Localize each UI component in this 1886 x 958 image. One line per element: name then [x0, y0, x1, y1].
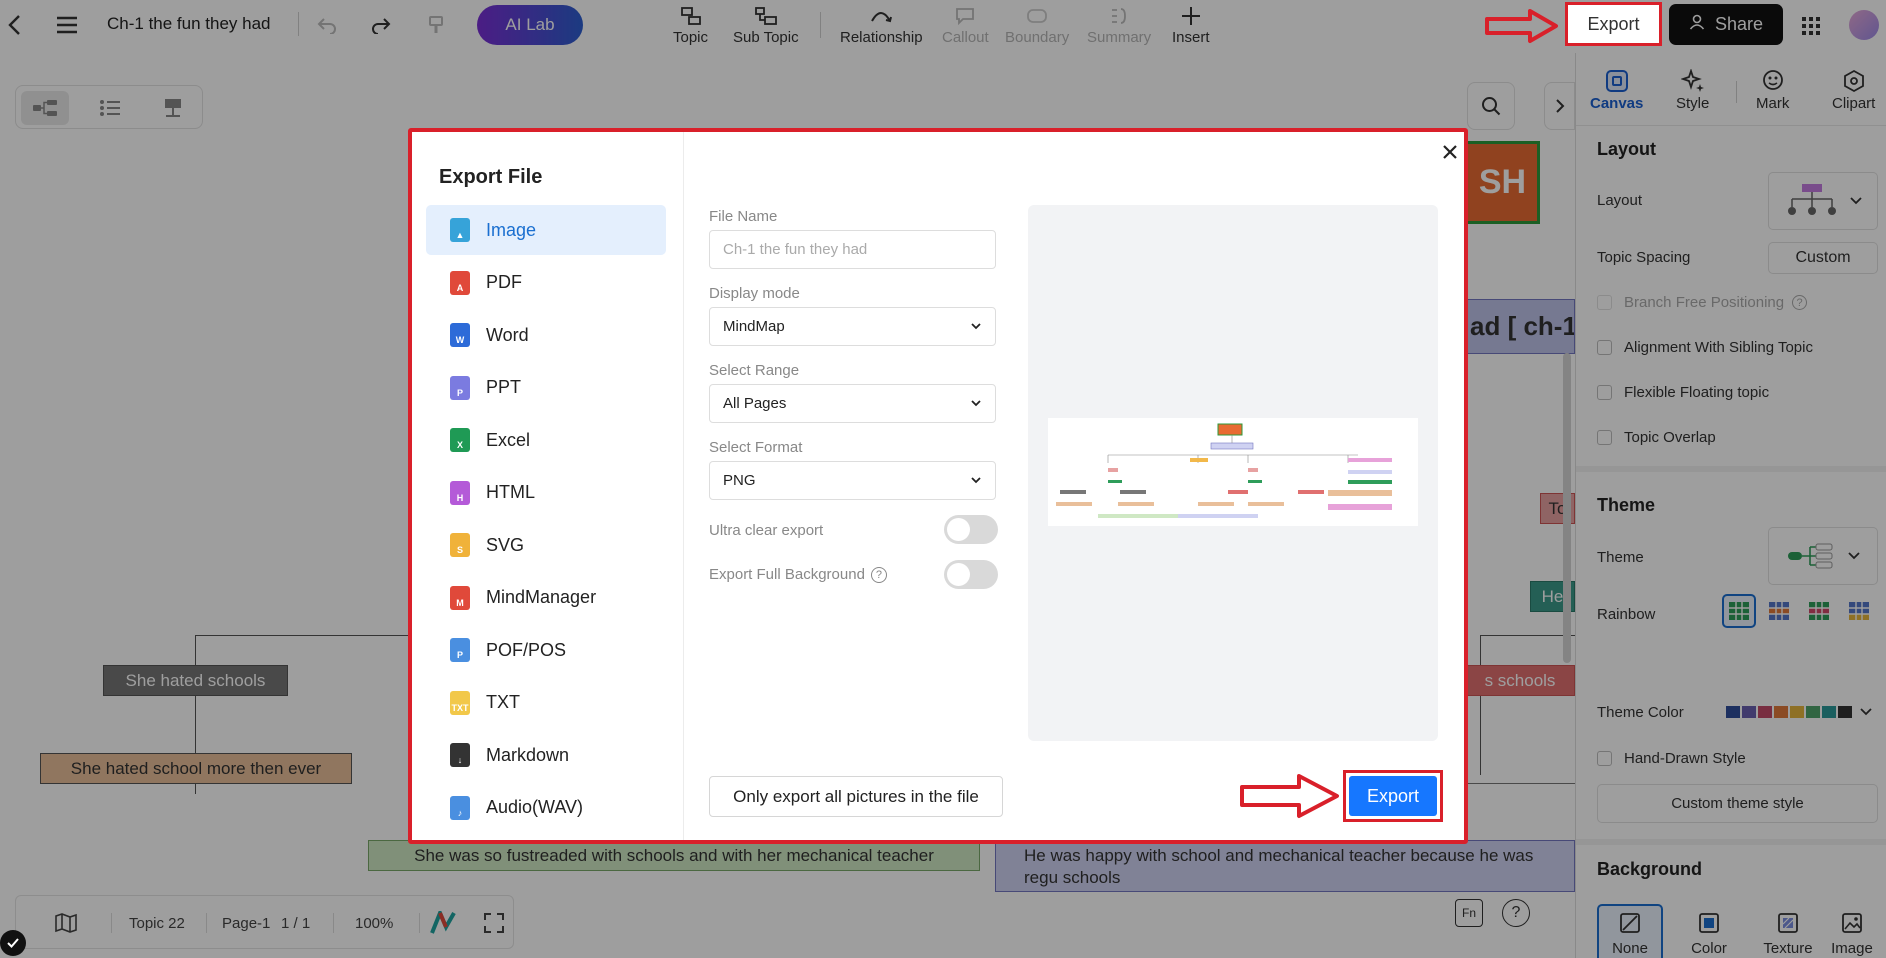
help-circle-icon[interactable]: ? [870, 566, 887, 583]
annotation-arrow-icon [1485, 9, 1558, 43]
ultra-clear-toggle[interactable] [944, 515, 998, 544]
format-svg-icon: S [450, 533, 470, 557]
dialog-title: Export File [439, 166, 543, 188]
format-icon-glyph: ▲ [455, 230, 465, 240]
export-preview [1028, 205, 1438, 741]
format-pdf-icon: A [450, 270, 470, 295]
format-txt-icon: TXT [450, 690, 470, 715]
select-range-value: All Pages [723, 395, 787, 412]
select-format-label: Select Format [709, 439, 803, 456]
format-option-html[interactable]: H HTML [426, 468, 666, 518]
format-option-word[interactable]: W Word [426, 310, 666, 360]
ultra-clear-label: Ultra clear export [709, 522, 824, 539]
select-range-select[interactable]: All Pages [709, 384, 996, 423]
select-format-value: PNG [723, 472, 756, 489]
format-option-label: PPT [486, 377, 522, 397]
format-option-mindmanager[interactable]: M MindManager [426, 573, 666, 623]
format-icon-glyph: S [456, 545, 463, 555]
file-name-input[interactable]: Ch-1 the fun they had [709, 230, 996, 269]
format-option-label: TXT [486, 692, 520, 712]
format-image-icon: ▲ [450, 218, 470, 242]
export-dialog: Export File ▲ Image A PDF W Word P PPT X Excel H HT… [408, 128, 1468, 844]
file-name-label: File Name [709, 208, 778, 225]
format-option-txt[interactable]: TXT TXT [426, 678, 666, 728]
format-icon-glyph: P [456, 650, 463, 660]
format-ppt-icon: P [450, 375, 470, 400]
format-option-label: MindManager [486, 587, 597, 607]
format-option-excel[interactable]: X Excel [426, 415, 666, 465]
close-icon[interactable] [1438, 140, 1462, 164]
format-icon-glyph: P [456, 387, 463, 398]
chevron-down-icon [971, 400, 981, 407]
display-mode-value: MindMap [723, 318, 785, 335]
format-mindmanager-icon: M [450, 585, 470, 610]
format-icon-glyph: A [456, 282, 464, 293]
format-option-label: Excel [486, 429, 531, 450]
chevron-down-icon [971, 477, 981, 484]
full-background-toggle[interactable] [944, 560, 998, 589]
format-option-label: Word [486, 324, 529, 345]
only-export-pictures-button[interactable]: Only export all pictures in the file [709, 776, 1003, 817]
format-option-markdown[interactable]: ↓ Markdown [426, 730, 666, 780]
format-option-label: Audio(WAV) [486, 797, 584, 817]
annotation-arrow-icon [1240, 774, 1339, 818]
format-audio-wav-icon: ♪ [450, 795, 470, 820]
format-option-image[interactable]: ▲ Image [426, 205, 666, 255]
format-pof-pos-icon: P [450, 638, 470, 662]
format-markdown-icon: ↓ [450, 743, 470, 767]
format-option-label: SVG [486, 534, 525, 555]
format-option-ppt[interactable]: P PPT [426, 363, 666, 413]
format-icon-glyph: W [455, 335, 465, 345]
export-button[interactable]: Export [1349, 776, 1437, 816]
format-option-label: Markdown [486, 744, 570, 765]
format-list: Export File ▲ Image A PDF W Word P PPT X Excel H HT… [412, 132, 684, 840]
select-format-select[interactable]: PNG [709, 461, 996, 500]
select-range-label: Select Range [709, 362, 800, 379]
format-option-pof-pos[interactable]: P POF/POS [426, 625, 666, 675]
format-icon-glyph: TXT [451, 702, 469, 713]
display-mode-label: Display mode [709, 285, 800, 302]
format-html-icon: H [450, 480, 470, 505]
export-top-highlight[interactable]: Export [1565, 2, 1662, 46]
full-background-text: Export Full Background [709, 566, 865, 583]
display-mode-select[interactable]: MindMap [709, 307, 996, 346]
format-icon-glyph: H [456, 492, 464, 503]
format-option-label: HTML [486, 482, 535, 502]
format-excel-icon: X [450, 428, 470, 452]
format-icon-glyph: ♪ [457, 807, 463, 818]
format-option-svg[interactable]: S SVG [426, 520, 666, 570]
format-option-label: Image [486, 219, 537, 240]
format-icon-glyph: ↓ [457, 755, 463, 765]
format-option-pdf[interactable]: A PDF [426, 258, 666, 308]
full-background-label: Export Full Background ? [709, 566, 887, 583]
chevron-down-icon [971, 323, 981, 330]
format-word-icon: W [450, 323, 470, 347]
format-option-audio-wav[interactable]: ♪ Audio(WAV) [426, 783, 666, 833]
format-option-label: POF/POS [486, 639, 567, 660]
format-option-label: PDF [486, 272, 522, 292]
mindmap-preview-thumbnail [1048, 418, 1418, 526]
verified-badge-icon [0, 930, 26, 956]
format-icon-glyph: X [456, 440, 463, 450]
format-icon-glyph: M [456, 597, 464, 608]
